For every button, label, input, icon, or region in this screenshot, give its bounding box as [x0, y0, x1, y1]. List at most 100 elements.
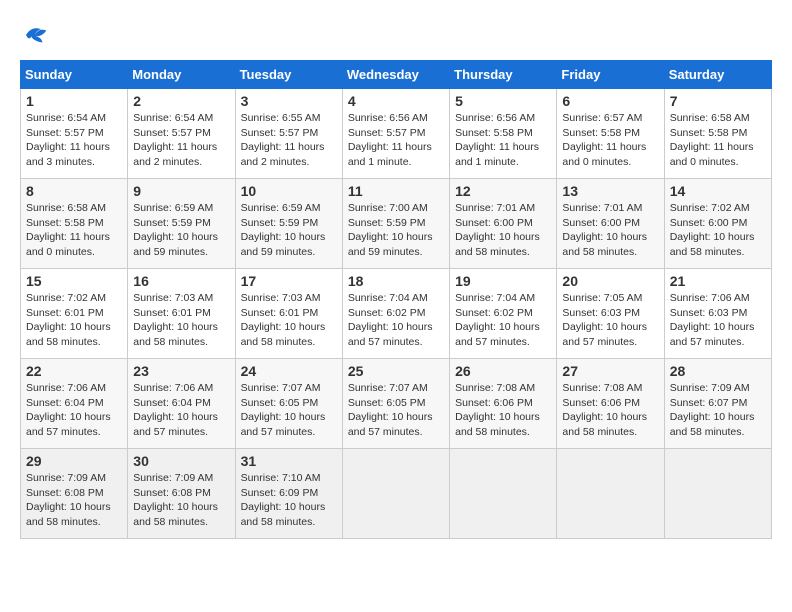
day-info: Sunrise: 6:59 AMSunset: 5:59 PMDaylight:… — [133, 201, 229, 260]
calendar-day-cell: 4Sunrise: 6:56 AMSunset: 5:57 PMDaylight… — [342, 89, 449, 179]
logo — [20, 20, 54, 50]
day-number: 8 — [26, 183, 122, 199]
day-number: 6 — [562, 93, 658, 109]
day-info: Sunrise: 7:07 AMSunset: 6:05 PMDaylight:… — [348, 381, 444, 440]
day-number: 7 — [670, 93, 766, 109]
calendar-header: SundayMondayTuesdayWednesdayThursdayFrid… — [21, 61, 772, 89]
day-number: 12 — [455, 183, 551, 199]
day-number: 20 — [562, 273, 658, 289]
day-info: Sunrise: 7:09 AMSunset: 6:07 PMDaylight:… — [670, 381, 766, 440]
logo-icon — [20, 20, 50, 50]
day-info: Sunrise: 7:01 AMSunset: 6:00 PMDaylight:… — [455, 201, 551, 260]
day-number: 27 — [562, 363, 658, 379]
day-number: 30 — [133, 453, 229, 469]
day-info: Sunrise: 7:03 AMSunset: 6:01 PMDaylight:… — [133, 291, 229, 350]
header-day: Friday — [557, 61, 664, 89]
day-info: Sunrise: 6:57 AMSunset: 5:58 PMDaylight:… — [562, 111, 658, 170]
day-info: Sunrise: 6:54 AMSunset: 5:57 PMDaylight:… — [26, 111, 122, 170]
calendar-day-cell: 3Sunrise: 6:55 AMSunset: 5:57 PMDaylight… — [235, 89, 342, 179]
calendar-day-cell: 10Sunrise: 6:59 AMSunset: 5:59 PMDayligh… — [235, 179, 342, 269]
calendar-week-row: 15 Sunrise: 7:02 AMSunset: 6:01 PMDayligh… — [21, 269, 772, 359]
calendar-day-cell: 14Sunrise: 7:02 AMSunset: 6:00 PMDayligh… — [664, 179, 771, 269]
calendar-day-cell: 16 Sunrise: 7:03 AMSunset: 6:01 PMDayligh… — [128, 269, 235, 359]
day-info: Sunrise: 6:59 AMSunset: 5:59 PMDaylight:… — [241, 201, 337, 260]
calendar-day-cell: 23 Sunrise: 7:06 AMSunset: 6:04 PMDayligh… — [128, 359, 235, 449]
day-info: Sunrise: 6:58 AMSunset: 5:58 PMDaylight:… — [670, 111, 766, 170]
header-day: Thursday — [450, 61, 557, 89]
day-info: Sunrise: 6:56 AMSunset: 5:58 PMDaylight:… — [455, 111, 551, 170]
calendar-day-cell: 6 Sunrise: 6:57 AMSunset: 5:58 PMDaylight… — [557, 89, 664, 179]
calendar-day-cell: 19 Sunrise: 7:04 AMSunset: 6:02 PMDayligh… — [450, 269, 557, 359]
day-number: 19 — [455, 273, 551, 289]
day-info: Sunrise: 7:02 AMSunset: 6:00 PMDaylight:… — [670, 201, 766, 260]
calendar-day-cell: 2 Sunrise: 6:54 AMSunset: 5:57 PMDaylight… — [128, 89, 235, 179]
calendar-day-cell: 26 Sunrise: 7:08 AMSunset: 6:06 PMDayligh… — [450, 359, 557, 449]
calendar-day-cell: 5Sunrise: 6:56 AMSunset: 5:58 PMDaylight… — [450, 89, 557, 179]
calendar-day-cell: 31 Sunrise: 7:10 AMSunset: 6:09 PMDayligh… — [235, 449, 342, 539]
calendar-day-cell: 9 Sunrise: 6:59 AMSunset: 5:59 PMDaylight… — [128, 179, 235, 269]
day-number: 4 — [348, 93, 444, 109]
day-info: Sunrise: 7:09 AMSunset: 6:08 PMDaylight:… — [26, 471, 122, 530]
day-number: 22 — [26, 363, 122, 379]
day-number: 11 — [348, 183, 444, 199]
calendar-day-cell: 30Sunrise: 7:09 AMSunset: 6:08 PMDayligh… — [128, 449, 235, 539]
calendar-week-row: 22 Sunrise: 7:06 AMSunset: 6:04 PMDayligh… — [21, 359, 772, 449]
day-number: 28 — [670, 363, 766, 379]
day-info: Sunrise: 7:03 AMSunset: 6:01 PMDaylight:… — [241, 291, 337, 350]
day-number: 31 — [241, 453, 337, 469]
day-info: Sunrise: 7:00 AMSunset: 5:59 PMDaylight:… — [348, 201, 444, 260]
day-info: Sunrise: 6:55 AMSunset: 5:57 PMDaylight:… — [241, 111, 337, 170]
header-day: Sunday — [21, 61, 128, 89]
day-number: 29 — [26, 453, 122, 469]
day-info: Sunrise: 7:04 AMSunset: 6:02 PMDaylight:… — [348, 291, 444, 350]
calendar-day-cell: 11 Sunrise: 7:00 AMSunset: 5:59 PMDayligh… — [342, 179, 449, 269]
day-info: Sunrise: 6:54 AMSunset: 5:57 PMDaylight:… — [133, 111, 229, 170]
day-info: Sunrise: 7:08 AMSunset: 6:06 PMDaylight:… — [562, 381, 658, 440]
day-number: 16 — [133, 273, 229, 289]
day-info: Sunrise: 7:04 AMSunset: 6:02 PMDaylight:… — [455, 291, 551, 350]
header-day: Saturday — [664, 61, 771, 89]
day-info: Sunrise: 7:06 AMSunset: 6:03 PMDaylight:… — [670, 291, 766, 350]
day-info: Sunrise: 7:06 AMSunset: 6:04 PMDaylight:… — [133, 381, 229, 440]
day-number: 26 — [455, 363, 551, 379]
calendar-day-cell: 28 Sunrise: 7:09 AMSunset: 6:07 PMDayligh… — [664, 359, 771, 449]
calendar-day-cell — [342, 449, 449, 539]
day-info: Sunrise: 7:01 AMSunset: 6:00 PMDaylight:… — [562, 201, 658, 260]
calendar-week-row: 8 Sunrise: 6:58 AMSunset: 5:58 PMDaylight… — [21, 179, 772, 269]
day-info: Sunrise: 7:02 AMSunset: 6:01 PMDaylight:… — [26, 291, 122, 350]
calendar-day-cell: 8 Sunrise: 6:58 AMSunset: 5:58 PMDaylight… — [21, 179, 128, 269]
calendar-day-cell — [450, 449, 557, 539]
day-info: Sunrise: 7:08 AMSunset: 6:06 PMDaylight:… — [455, 381, 551, 440]
calendar-day-cell: 27 Sunrise: 7:08 AMSunset: 6:06 PMDayligh… — [557, 359, 664, 449]
day-number: 23 — [133, 363, 229, 379]
day-info: Sunrise: 6:58 AMSunset: 5:58 PMDaylight:… — [26, 201, 122, 260]
calendar-day-cell — [557, 449, 664, 539]
calendar-day-cell: 25 Sunrise: 7:07 AMSunset: 6:05 PMDayligh… — [342, 359, 449, 449]
day-number: 15 — [26, 273, 122, 289]
calendar-day-cell: 7 Sunrise: 6:58 AMSunset: 5:58 PMDaylight… — [664, 89, 771, 179]
day-number: 9 — [133, 183, 229, 199]
day-number: 17 — [241, 273, 337, 289]
header-day: Tuesday — [235, 61, 342, 89]
day-number: 21 — [670, 273, 766, 289]
day-number: 25 — [348, 363, 444, 379]
calendar-week-row: 1 Sunrise: 6:54 AMSunset: 5:57 PMDaylight… — [21, 89, 772, 179]
day-number: 2 — [133, 93, 229, 109]
calendar-week-row: 29 Sunrise: 7:09 AMSunset: 6:08 PMDayligh… — [21, 449, 772, 539]
calendar-day-cell: 12 Sunrise: 7:01 AMSunset: 6:00 PMDayligh… — [450, 179, 557, 269]
header-day: Monday — [128, 61, 235, 89]
day-info: Sunrise: 7:10 AMSunset: 6:09 PMDaylight:… — [241, 471, 337, 530]
calendar-day-cell: 22 Sunrise: 7:06 AMSunset: 6:04 PMDayligh… — [21, 359, 128, 449]
calendar-day-cell: 29 Sunrise: 7:09 AMSunset: 6:08 PMDayligh… — [21, 449, 128, 539]
calendar-body: 1 Sunrise: 6:54 AMSunset: 5:57 PMDaylight… — [21, 89, 772, 539]
calendar-table: SundayMondayTuesdayWednesdayThursdayFrid… — [20, 60, 772, 539]
calendar-day-cell: 1 Sunrise: 6:54 AMSunset: 5:57 PMDaylight… — [21, 89, 128, 179]
header-row: SundayMondayTuesdayWednesdayThursdayFrid… — [21, 61, 772, 89]
day-info: Sunrise: 7:06 AMSunset: 6:04 PMDaylight:… — [26, 381, 122, 440]
day-number: 13 — [562, 183, 658, 199]
day-number: 1 — [26, 93, 122, 109]
page-header — [20, 20, 772, 50]
calendar-day-cell: 18Sunrise: 7:04 AMSunset: 6:02 PMDayligh… — [342, 269, 449, 359]
day-info: Sunrise: 7:05 AMSunset: 6:03 PMDaylight:… — [562, 291, 658, 350]
calendar-day-cell: 13 Sunrise: 7:01 AMSunset: 6:00 PMDayligh… — [557, 179, 664, 269]
